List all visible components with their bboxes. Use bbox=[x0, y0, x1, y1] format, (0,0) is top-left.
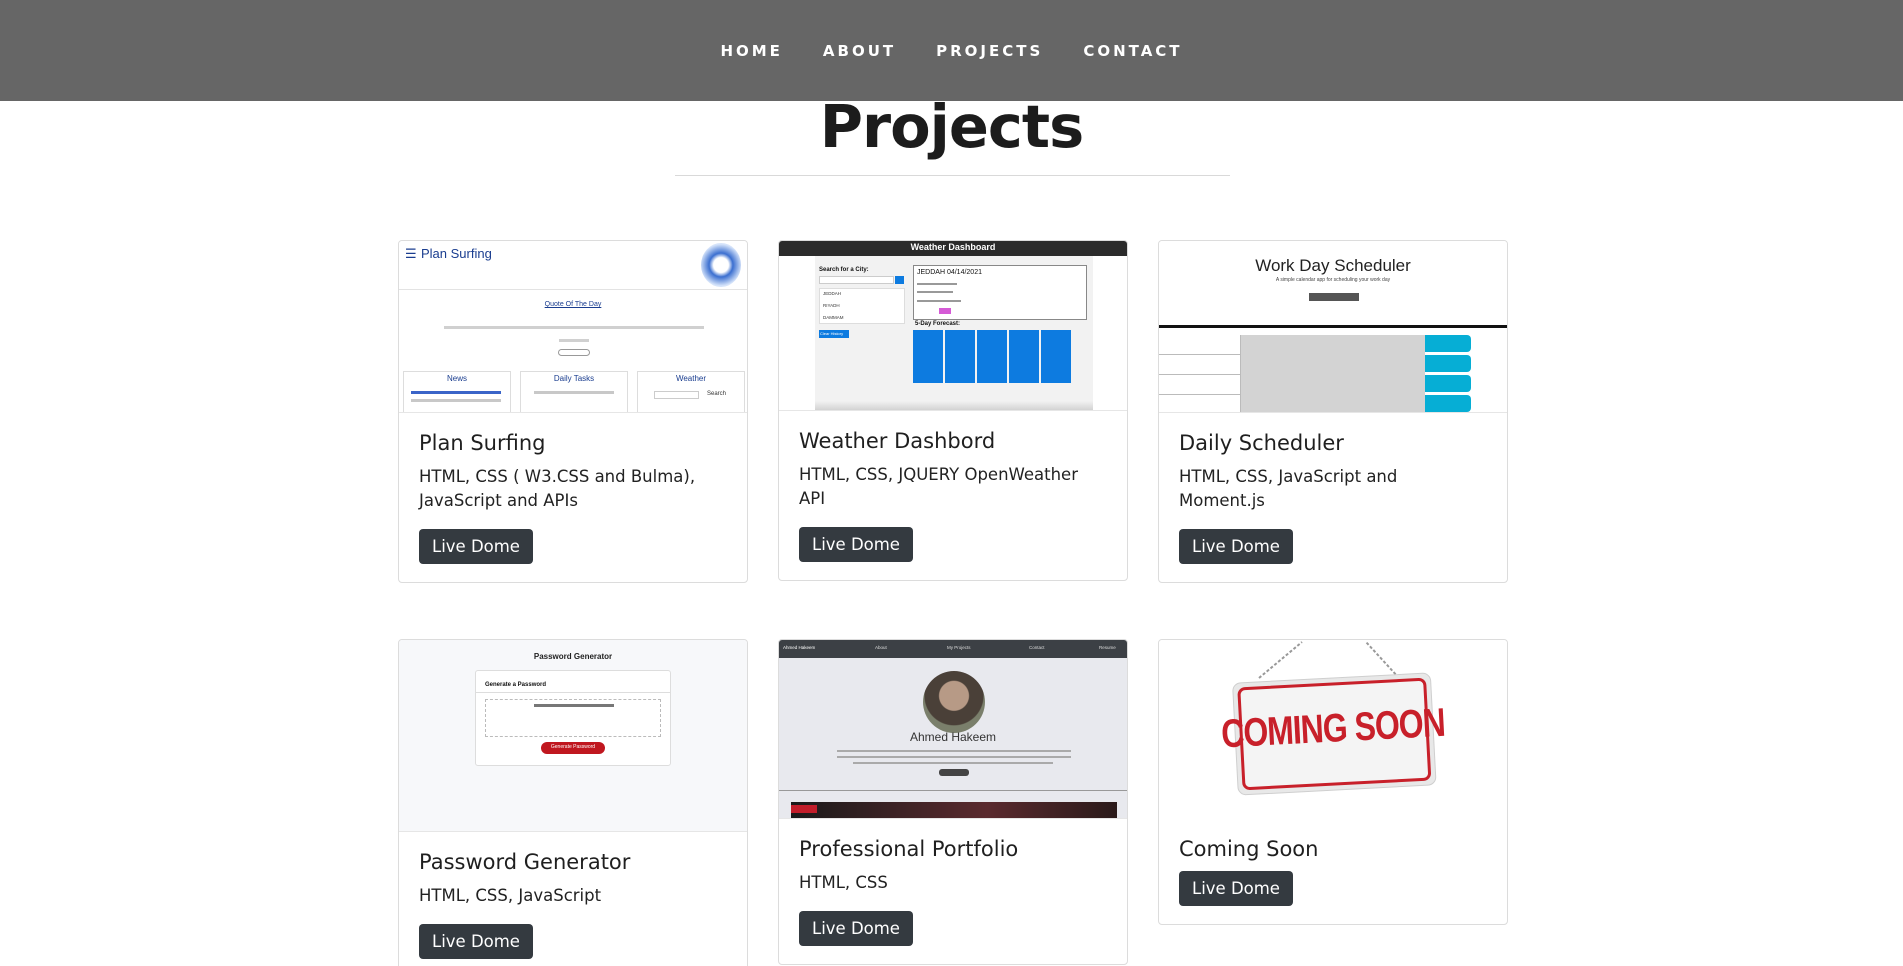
live-demo-button[interactable]: Live Dome bbox=[1179, 529, 1293, 564]
project-card-daily-scheduler: Work Day Scheduler A simple calendar app… bbox=[1158, 240, 1508, 583]
thumb-name: Ahmed Hakeem bbox=[909, 730, 997, 744]
thumb-nav-item: About bbox=[875, 645, 887, 650]
project-title: Daily Scheduler bbox=[1179, 431, 1344, 455]
project-title: Plan Surfing bbox=[419, 431, 546, 455]
menu-icon: ☰ bbox=[405, 247, 417, 262]
nav-link-about[interactable]: ABOUT bbox=[823, 42, 896, 60]
thumb-subheader: A simple calendar app for scheduling you… bbox=[1275, 277, 1391, 283]
avatar bbox=[923, 671, 985, 733]
thumb-city-item: RIYADH bbox=[823, 303, 840, 308]
thumb-section-news: News bbox=[446, 374, 467, 383]
surf-logo-icon bbox=[701, 243, 741, 287]
project-thumbnail[interactable]: Ahmed Hakeem About My Projects Contact R… bbox=[779, 640, 1127, 819]
thumb-header: Weather Dashboard bbox=[910, 242, 996, 252]
project-title: Weather Dashbord bbox=[799, 429, 996, 453]
live-demo-button[interactable]: Live Dome bbox=[799, 527, 913, 562]
nav-link-home[interactable]: HOME bbox=[720, 42, 782, 60]
thumb-nav-item: Contact bbox=[1029, 645, 1045, 650]
project-title: Password Generator bbox=[419, 850, 631, 874]
project-card-coming-soon: COMING SOON Coming Soon Live Dome bbox=[1158, 639, 1508, 925]
thumb-search-label: Search for a City: bbox=[819, 267, 869, 273]
project-tech: HTML, CSS, JavaScript bbox=[419, 886, 602, 905]
project-thumbnail[interactable]: Work Day Scheduler A simple calendar app… bbox=[1159, 241, 1507, 413]
thumb-city-item: DAMMAM bbox=[823, 315, 844, 320]
thumb-section-weather: Weather bbox=[675, 374, 707, 383]
thumb-header: Plan Surfing bbox=[421, 246, 492, 261]
project-thumbnail[interactable]: COMING SOON bbox=[1159, 640, 1507, 819]
project-thumbnail[interactable]: Password Generator Generate a Password G… bbox=[399, 640, 747, 832]
project-tech: HTML, CSS, JQUERY OpenWeather API bbox=[799, 465, 1078, 508]
project-tech: HTML, CSS ( W3.CSS and Bulma), JavaScrip… bbox=[419, 467, 696, 510]
thumb-city-item: JEDDAH bbox=[823, 291, 842, 296]
project-tech: HTML, CSS, JavaScript and Moment.js bbox=[1179, 467, 1398, 510]
project-title: Professional Portfolio bbox=[799, 837, 1019, 861]
thumb-header: Work Day Scheduler bbox=[1255, 256, 1411, 275]
top-navbar: HOME ABOUT PROJECTS CONTACT bbox=[0, 0, 1903, 101]
thumb-nav-item: My Projects bbox=[947, 645, 971, 650]
project-title: Coming Soon bbox=[1179, 837, 1319, 861]
thumb-nav-item: Ahmed Hakeem bbox=[783, 645, 816, 650]
project-card-weather-dashboard: Weather Dashboard Search for a City: JED… bbox=[778, 240, 1128, 581]
page-title: Projects bbox=[819, 92, 1084, 161]
project-card-plan-surfing: ☰ Plan Surfing Quote Of The Day News Dai… bbox=[398, 240, 748, 583]
thumb-city-title: JEDDAH 04/14/2021 bbox=[917, 269, 982, 276]
title-divider bbox=[675, 175, 1230, 176]
live-demo-button[interactable]: Live Dome bbox=[1179, 871, 1293, 906]
live-demo-button[interactable]: Live Dome bbox=[419, 924, 533, 959]
thumb-card-title: Generate a Password bbox=[485, 682, 547, 688]
live-demo-button[interactable]: Live Dome bbox=[799, 911, 913, 946]
thumb-quote-link: Quote Of The Day bbox=[544, 301, 602, 308]
project-tech: HTML, CSS bbox=[799, 873, 888, 892]
thumb-search-label: Search bbox=[707, 391, 727, 397]
project-card-password-generator: Password Generator Generate a Password G… bbox=[398, 639, 748, 966]
thumb-section-tasks: Daily Tasks bbox=[553, 374, 595, 383]
project-thumbnail[interactable]: ☰ Plan Surfing Quote Of The Day News Dai… bbox=[399, 241, 747, 413]
project-card-professional-portfolio: Ahmed Hakeem About My Projects Contact R… bbox=[778, 639, 1128, 965]
thumb-header: Password Generator bbox=[533, 652, 613, 661]
thumb-forecast-label: 5-Day Forecast: bbox=[915, 321, 961, 327]
nav-link-projects[interactable]: PROJECTS bbox=[936, 42, 1043, 60]
thumb-generate-button: Generate Password bbox=[550, 744, 596, 750]
thumb-clear-history: Clear History bbox=[820, 331, 844, 336]
thumb-nav-item: Resume bbox=[1099, 645, 1116, 650]
nav-link-contact[interactable]: CONTACT bbox=[1083, 42, 1182, 60]
live-demo-button[interactable]: Live Dome bbox=[419, 529, 533, 564]
project-thumbnail[interactable]: Weather Dashboard Search for a City: JED… bbox=[779, 241, 1127, 411]
